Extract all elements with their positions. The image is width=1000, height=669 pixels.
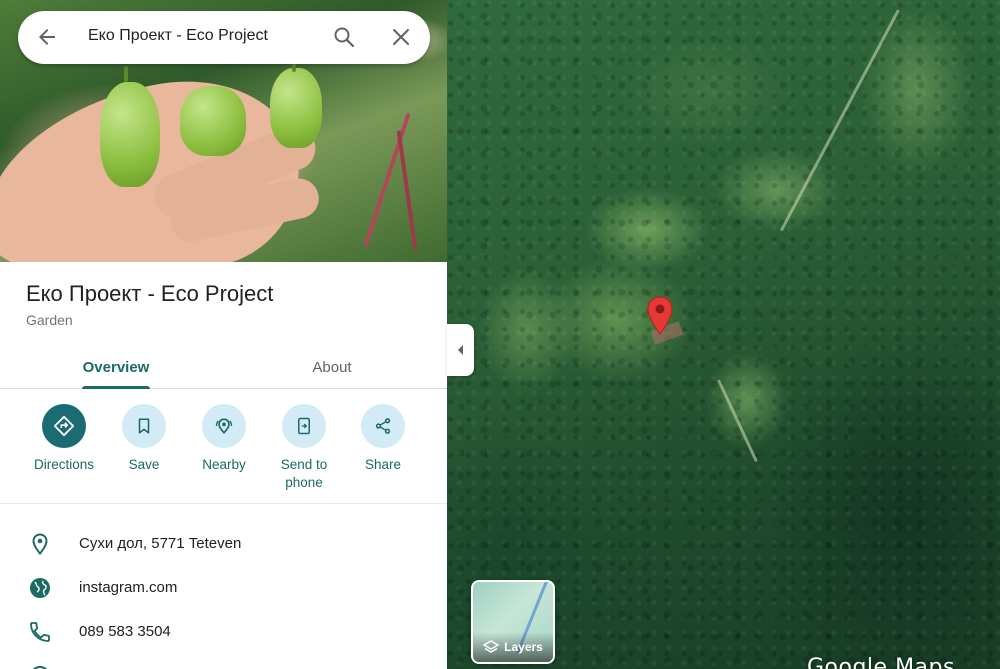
address-row[interactable]: Сухи дол, 5771 Teteven (0, 522, 447, 566)
location-pin-icon[interactable] (646, 296, 674, 336)
directions-icon (53, 415, 75, 437)
google-maps-logo: Google Maps (807, 655, 955, 669)
search-bar[interactable]: Еко Проект - Eco Project (18, 11, 430, 64)
share-label: Share (364, 457, 402, 472)
photo-pepper-stem (124, 66, 128, 82)
directions-button-circle[interactable] (42, 404, 86, 448)
chevron-left-icon (457, 345, 463, 355)
share-button[interactable]: Share (343, 404, 423, 474)
tab-overview[interactable]: Overview (66, 345, 166, 389)
search-query[interactable]: Еко Проект - Eco Project (88, 27, 268, 45)
save-button[interactable]: Save (104, 404, 184, 474)
website-link[interactable]: instagram.com (79, 579, 177, 596)
save-button-circle[interactable] (122, 404, 166, 448)
globe-icon (30, 578, 50, 598)
search-icon[interactable] (332, 25, 356, 49)
collapse-panel-button[interactable] (447, 324, 474, 376)
layers-button[interactable]: Layers (471, 580, 555, 664)
website-row[interactable]: instagram.com (0, 566, 447, 610)
nearby-label: Nearby (202, 457, 246, 472)
place-side-panel: Еко Проект - Eco Project Еко Проект - Ec… (0, 0, 447, 669)
photo-pepper (270, 68, 322, 148)
nearby-icon (215, 418, 233, 434)
photo-plant-stem (396, 130, 418, 250)
nearby-button-circle[interactable] (202, 404, 246, 448)
layers-label-row: Layers (473, 632, 553, 662)
phone-row[interactable]: 089 583 3504 (0, 610, 447, 654)
location-pin-outline-icon (32, 533, 48, 556)
send-to-phone-label: Send to phone (280, 457, 328, 490)
send-to-phone-button-circle[interactable] (282, 404, 326, 448)
phone-icon (30, 622, 50, 642)
back-arrow-icon[interactable] (35, 25, 59, 49)
send-to-phone-icon (298, 417, 310, 435)
satellite-map[interactable]: Layers Google Maps (447, 0, 1000, 669)
tab-about[interactable]: About (282, 345, 382, 389)
save-label: Save (128, 457, 160, 472)
nearby-button[interactable]: Nearby (184, 404, 264, 474)
photo-pepper (180, 86, 246, 156)
place-title: Еко Проект - Eco Project (26, 281, 274, 306)
place-category[interactable]: Garden (26, 312, 73, 328)
next-info-row[interactable] (0, 654, 447, 669)
directions-button[interactable]: Directions (24, 404, 104, 474)
map-terrain-texture (447, 0, 1000, 669)
send-to-phone-button[interactable]: Send to phone (264, 404, 344, 492)
action-buttons-row: Directions Save Nearby Send to phone Sha… (0, 390, 447, 504)
address-text: Сухи дол, 5771 Teteven (79, 535, 242, 552)
layers-label: Layers (504, 640, 543, 654)
bookmark-icon (138, 418, 150, 434)
close-icon[interactable] (389, 25, 413, 49)
share-button-circle[interactable] (361, 404, 405, 448)
layers-icon (483, 640, 500, 653)
directions-label: Directions (33, 457, 95, 472)
phone-number[interactable]: 089 583 3504 (79, 623, 171, 640)
share-icon (375, 418, 391, 434)
place-tabs: Overview About (0, 345, 447, 389)
info-icon (32, 666, 48, 669)
photo-pepper (100, 82, 160, 187)
